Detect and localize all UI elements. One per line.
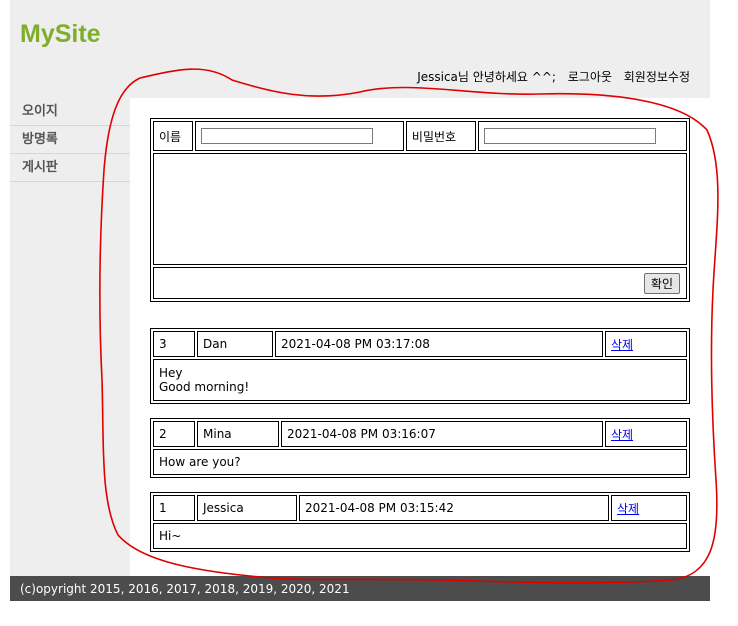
delete-link[interactable]: 삭제 [611, 338, 633, 352]
delete-link[interactable]: 삭제 [617, 502, 639, 516]
entry-author: Jessica [197, 495, 297, 521]
guestbook-form: 이름 비밀번호 확인 [150, 118, 690, 302]
entry-content: How are you? [153, 449, 687, 475]
site-logo[interactable]: MySite [20, 20, 101, 49]
guestbook-entry: 3 Dan 2021-04-08 PM 03:17:08 삭제 Hey Good… [150, 328, 690, 404]
sidebar-item-board[interactable]: 게시판 [10, 154, 130, 182]
header: MySite Jessica님 안녕하세요 ^^; 로그아웃 회원정보수정 [10, 0, 710, 98]
sidebar: 오이지 방명록 게시판 [10, 98, 130, 576]
guestbook-entry: 2 Mina 2021-04-08 PM 03:16:07 삭제 How are… [150, 418, 690, 478]
guestbook-entry: 1 Jessica 2021-04-08 PM 03:15:42 삭제 Hi~ [150, 492, 690, 552]
entry-date: 2021-04-08 PM 03:17:08 [275, 331, 603, 357]
entry-author: Mina [197, 421, 279, 447]
sidebar-item-guestbook[interactable]: 방명록 [10, 126, 130, 154]
entry-number: 3 [153, 331, 195, 357]
logout-link[interactable]: 로그아웃 [568, 70, 612, 84]
greeting-text: Jessica님 안녕하세요 ^^; [417, 70, 556, 84]
entry-date: 2021-04-08 PM 03:15:42 [299, 495, 609, 521]
delete-link[interactable]: 삭제 [611, 428, 633, 442]
entry-date: 2021-04-08 PM 03:16:07 [281, 421, 603, 447]
entry-content: Hey Good morning! [153, 359, 687, 401]
name-label: 이름 [153, 121, 194, 151]
edit-profile-link[interactable]: 회원정보수정 [624, 70, 690, 84]
footer: (c)opyright 2015, 2016, 2017, 2018, 2019… [10, 576, 710, 601]
password-input[interactable] [484, 128, 657, 144]
entry-number: 1 [153, 495, 195, 521]
entry-number: 2 [153, 421, 195, 447]
entry-author: Dan [197, 331, 273, 357]
submit-button[interactable]: 확인 [643, 272, 680, 294]
entry-content: Hi~ [153, 523, 687, 549]
name-input[interactable] [201, 128, 374, 144]
sidebar-item-ojji[interactable]: 오이지 [10, 98, 130, 126]
guestbook-content: 이름 비밀번호 확인 3 Dan 2021-04-08 PM 03:17:08 … [130, 98, 710, 576]
user-nav: Jessica님 안녕하세요 ^^; 로그아웃 회원정보수정 [417, 68, 690, 85]
password-label: 비밀번호 [405, 121, 477, 151]
content-textarea[interactable] [154, 154, 686, 264]
